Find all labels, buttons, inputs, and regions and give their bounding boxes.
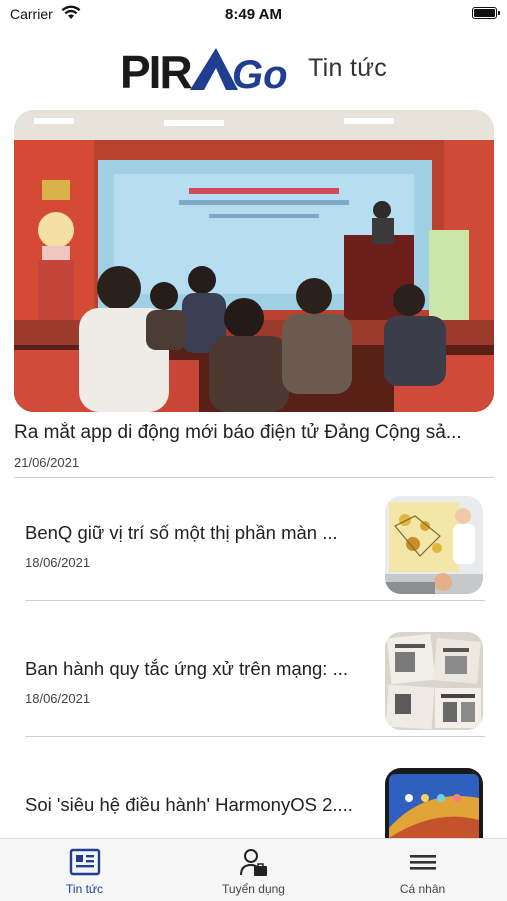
recruitment-icon bbox=[239, 847, 269, 882]
divider bbox=[25, 600, 485, 601]
tab-news-label: Tin tức bbox=[66, 882, 103, 896]
app-header: PIR Go Tin tức bbox=[0, 36, 507, 100]
news-thumbnail[interactable] bbox=[385, 496, 483, 594]
featured-date: 21/06/2021 bbox=[14, 455, 80, 470]
news-item[interactable]: Soi 'siêu hệ điều hành' HarmonyOS 2.... bbox=[25, 764, 485, 838]
featured-image[interactable] bbox=[14, 110, 494, 412]
featured-title[interactable]: Ra mắt app di động mới báo điện tử Đảng … bbox=[14, 422, 494, 444]
news-thumbnail[interactable] bbox=[385, 768, 483, 838]
menu-icon bbox=[408, 847, 438, 882]
status-bar: Carrier 8:49 AM bbox=[0, 0, 507, 28]
tab-recruitment[interactable]: Tuyển dụng bbox=[169, 839, 338, 901]
news-date: 18/06/2021 bbox=[25, 555, 91, 570]
news-title[interactable]: Ban hành quy tắc ứng xử trên mạng: ... bbox=[25, 658, 380, 680]
tab-recruitment-label: Tuyển dụng bbox=[222, 882, 285, 896]
page-title: Tin tức bbox=[308, 54, 388, 82]
newspaper-icon bbox=[69, 847, 101, 882]
tab-profile[interactable]: Cá nhân bbox=[338, 839, 507, 901]
svg-text:PIR: PIR bbox=[120, 46, 192, 98]
pirago-logo: PIR Go bbox=[120, 38, 300, 103]
news-item[interactable]: Ban hành quy tắc ứng xử trên mạng: ... 1… bbox=[25, 628, 485, 748]
battery-icon bbox=[472, 7, 500, 19]
news-item[interactable]: BenQ giữ vị trí số một thị phần màn ... … bbox=[25, 492, 485, 612]
news-title[interactable]: Soi 'siêu hệ điều hành' HarmonyOS 2.... bbox=[25, 794, 380, 816]
divider bbox=[25, 736, 485, 737]
news-title[interactable]: BenQ giữ vị trí số một thị phần màn ... bbox=[25, 522, 380, 544]
news-thumbnail[interactable] bbox=[385, 632, 483, 730]
tab-bar: Tin tức Tuyển dụng Cá nhân bbox=[0, 838, 507, 901]
divider bbox=[14, 477, 494, 478]
tab-news[interactable]: Tin tức bbox=[0, 839, 169, 901]
tab-profile-label: Cá nhân bbox=[399, 882, 446, 896]
clock: 8:49 AM bbox=[225, 6, 282, 23]
svg-text:Go: Go bbox=[232, 53, 288, 97]
news-date: 18/06/2021 bbox=[25, 691, 91, 706]
